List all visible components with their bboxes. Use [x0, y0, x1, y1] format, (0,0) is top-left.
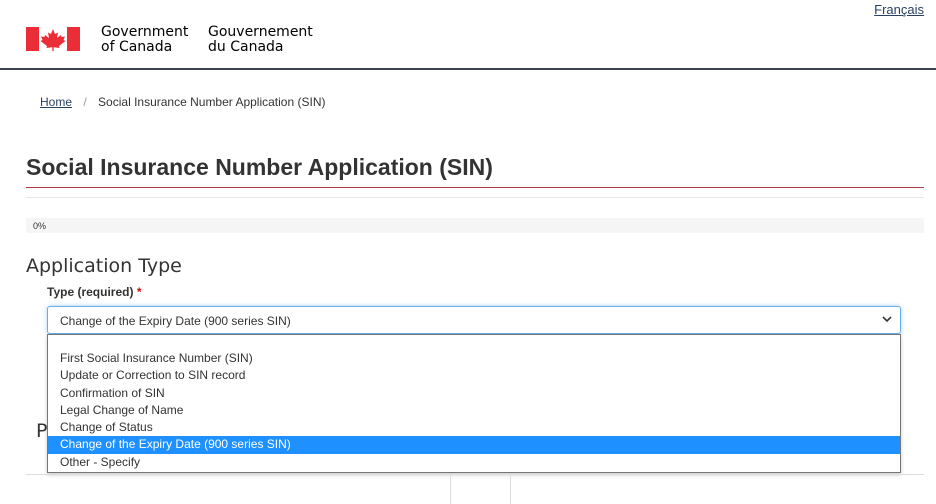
dropdown-option[interactable]: Legal Change of Name	[48, 402, 900, 419]
dropdown-option[interactable]: Change of Status	[48, 419, 900, 436]
breadcrumb: Home / Social Insurance Number Applicati…	[40, 95, 325, 109]
canada-flag-icon	[26, 27, 80, 51]
dropdown-option[interactable]: Confirmation of SIN	[48, 385, 900, 402]
site-header: Government of Canada Gouvernement du Can…	[0, 0, 936, 70]
title-divider	[26, 197, 924, 198]
dropdown-option[interactable]: First Social Insurance Number (SIN)	[48, 350, 900, 367]
obscured-section-heading: P	[36, 420, 48, 442]
page-title: Social Insurance Number Application (SIN…	[26, 154, 924, 188]
application-type-dropdown-list: First Social Insurance Number (SIN) Updat…	[47, 334, 901, 473]
dropdown-option[interactable]: Update or Correction to SIN record	[48, 367, 900, 384]
progress-label: 0%	[33, 221, 47, 231]
select-current-value: Change of the Expiry Date (900 series SI…	[60, 314, 291, 328]
application-type-select[interactable]: Change of the Expiry Date (900 series SI…	[47, 306, 901, 334]
section-title-application-type: Application Type	[26, 255, 182, 277]
breadcrumb-current: Social Insurance Number Application (SIN…	[98, 95, 326, 109]
wordmark-english: Government of Canada	[101, 24, 189, 55]
type-field-label: Type (required) *	[47, 285, 142, 299]
dropdown-option[interactable]: Change of the Expiry Date (900 series SI…	[48, 436, 900, 454]
required-marker: *	[136, 285, 142, 299]
table-divider	[450, 475, 451, 504]
breadcrumb-separator: /	[83, 95, 87, 109]
chevron-down-icon	[882, 316, 892, 323]
dropdown-option[interactable]: Other - Specify	[48, 454, 900, 471]
obscured-table-edge	[26, 474, 924, 504]
wordmark-french: Gouvernement du Canada	[208, 24, 313, 55]
progress-bar: 0%	[26, 218, 924, 233]
table-divider	[510, 475, 511, 504]
breadcrumb-home-link[interactable]: Home	[40, 95, 72, 109]
